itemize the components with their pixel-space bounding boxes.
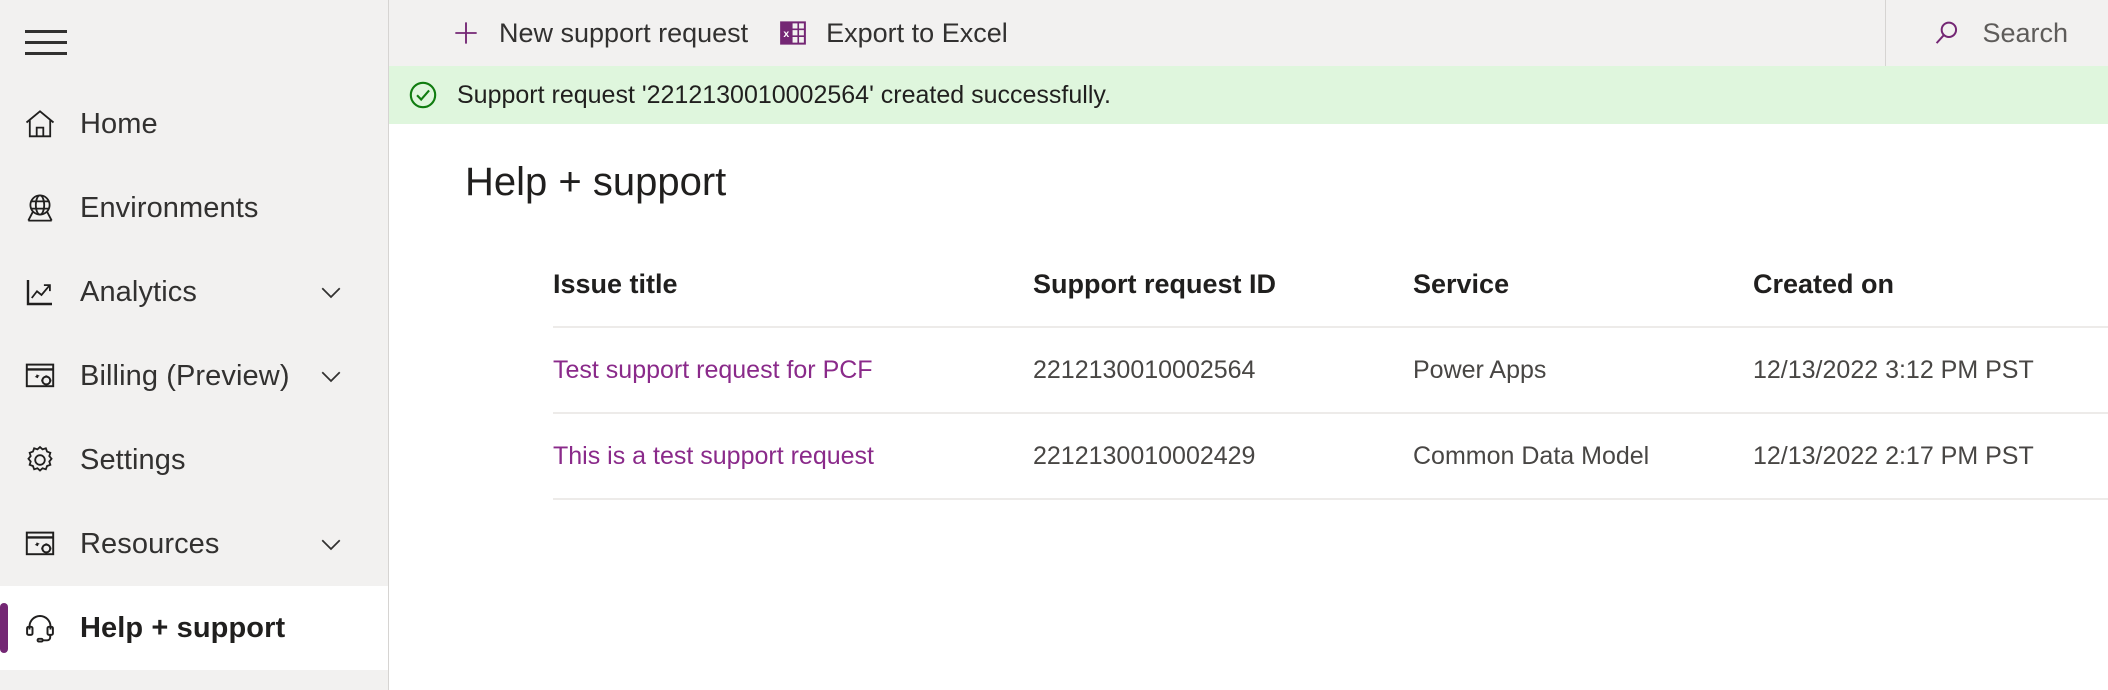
- hamburger-bar-2: [25, 40, 67, 44]
- export-to-excel-button[interactable]: x Export to Excel: [762, 0, 1022, 66]
- cell-service: Common Data Model: [1413, 413, 1753, 500]
- sidebar-item-label: Settings: [80, 444, 186, 476]
- table-header: Issue title Support request ID Service C…: [553, 268, 2108, 328]
- selection-accent-bar: [0, 603, 8, 653]
- cell-issue-title: This is a test support request: [553, 413, 1033, 500]
- sidebar-item-help-and-support[interactable]: Help + support: [0, 586, 388, 670]
- left-navigation-sidebar: Home Environments Analytics Billing (Pre…: [0, 0, 389, 690]
- chart-icon: [22, 270, 68, 314]
- chevron-down-icon[interactable]: [316, 361, 346, 391]
- main-content-area: New support request x Export to Excel Se…: [389, 0, 2108, 690]
- export-to-excel-label: Export to Excel: [826, 18, 1008, 48]
- hamburger-bar-3: [25, 51, 67, 55]
- chevron-down-icon[interactable]: [316, 277, 346, 307]
- page-title: Help + support: [465, 160, 727, 204]
- column-header-created-on[interactable]: Created on: [1753, 268, 2108, 328]
- table-header-row: Issue title Support request ID Service C…: [553, 268, 2108, 328]
- sidebar-nav-list: Home Environments Analytics Billing (Pre…: [0, 82, 388, 670]
- sidebar-item-home[interactable]: Home: [0, 82, 388, 166]
- command-bar: New support request x Export to Excel Se…: [389, 0, 2108, 66]
- check-circle-icon: [405, 77, 441, 113]
- success-notification-banner: Support request '2212130010002564' creat…: [389, 66, 2108, 124]
- sidebar-item-billing[interactable]: Billing (Preview): [0, 334, 388, 418]
- cell-support-request-id: 2212130010002564: [1033, 327, 1413, 414]
- page-content: Help + support Issue title Support reque…: [389, 124, 2108, 690]
- cell-service: Power Apps: [1413, 327, 1753, 414]
- sidebar-item-label: Environments: [80, 192, 259, 224]
- cell-created-on: 12/13/2022 3:12 PM PST: [1753, 327, 2108, 414]
- cell-issue-title: Test support request for PCF: [553, 327, 1033, 414]
- new-support-request-label: New support request: [499, 18, 749, 48]
- table-body: Test support request for PCF 22121300100…: [553, 327, 2108, 500]
- home-icon: [22, 102, 68, 146]
- sidebar-item-label: Help + support: [80, 612, 286, 644]
- issue-title-link[interactable]: Test support request for PCF: [553, 356, 873, 384]
- sidebar-item-resources[interactable]: Resources: [0, 502, 388, 586]
- issue-title-link[interactable]: This is a test support request: [553, 442, 874, 470]
- billing-icon: [22, 354, 68, 398]
- search-input[interactable]: Search: [1982, 18, 2068, 49]
- headset-icon: [22, 606, 68, 650]
- support-requests-table: Issue title Support request ID Service C…: [553, 268, 2108, 500]
- table-row[interactable]: Test support request for PCF 22121300100…: [553, 327, 2108, 414]
- column-header-support-request-id[interactable]: Support request ID: [1033, 268, 1413, 328]
- hamburger-bar-1: [25, 29, 67, 33]
- sidebar-item-label: Billing (Preview): [80, 360, 290, 392]
- excel-icon: x: [776, 16, 810, 50]
- sidebar-item-settings[interactable]: Settings: [0, 418, 388, 502]
- svg-text:x: x: [783, 28, 789, 40]
- column-header-service[interactable]: Service: [1413, 268, 1753, 328]
- sidebar-item-analytics[interactable]: Analytics: [0, 250, 388, 334]
- search-icon: [1930, 16, 1964, 50]
- plus-icon: [449, 16, 483, 50]
- table-row[interactable]: This is a test support request 221213001…: [553, 413, 2108, 500]
- power-platform-admin-center: Home Environments Analytics Billing (Pre…: [0, 0, 2108, 690]
- gear-icon: [22, 438, 68, 482]
- search-box[interactable]: Search: [1885, 0, 2108, 66]
- sidebar-item-label: Home: [80, 108, 158, 140]
- new-support-request-button[interactable]: New support request: [435, 0, 762, 66]
- sidebar-item-environments[interactable]: Environments: [0, 166, 388, 250]
- globe-icon: [22, 186, 68, 230]
- resources-icon: [22, 522, 68, 566]
- cell-created-on: 12/13/2022 2:17 PM PST: [1753, 413, 2108, 500]
- success-message: Support request '2212130010002564' creat…: [457, 81, 1111, 109]
- sidebar-item-label: Analytics: [80, 276, 197, 308]
- chevron-down-icon[interactable]: [316, 529, 346, 559]
- column-header-issue-title[interactable]: Issue title: [553, 268, 1033, 328]
- hamburger-menu-icon[interactable]: [22, 26, 70, 58]
- sidebar-item-label: Resources: [80, 528, 220, 560]
- cell-support-request-id: 2212130010002429: [1033, 413, 1413, 500]
